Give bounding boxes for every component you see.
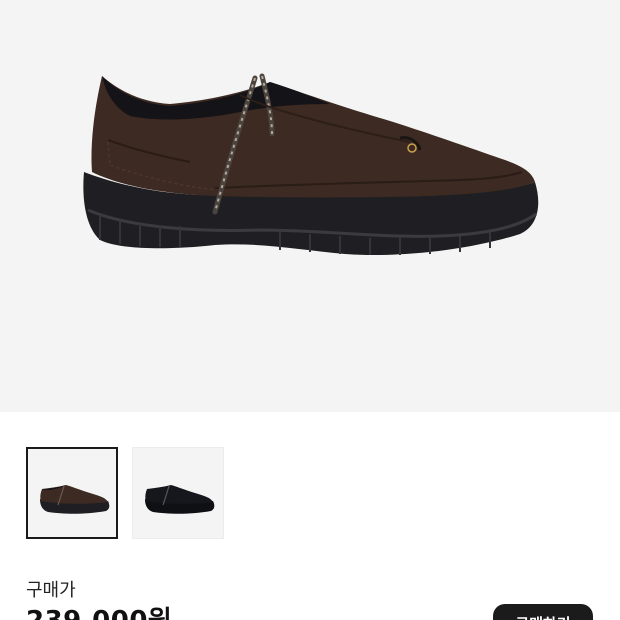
purchase-price: 239,000원 [26, 604, 172, 620]
product-page: 구매가 239,000원 구매하기 [0, 0, 620, 620]
thumbnail-brown-shoe[interactable] [26, 447, 118, 539]
shoe-brown-suede-icon [40, 485, 110, 514]
buy-button[interactable]: 구매하기 [493, 604, 593, 620]
thumbnail-black-shoe[interactable] [132, 447, 224, 539]
brown-suede-shoe-image [83, 73, 539, 256]
product-main-image [0, 0, 620, 412]
purchase-price-label: 구매가 [26, 580, 76, 601]
shoe-black-suede-icon [145, 485, 215, 514]
